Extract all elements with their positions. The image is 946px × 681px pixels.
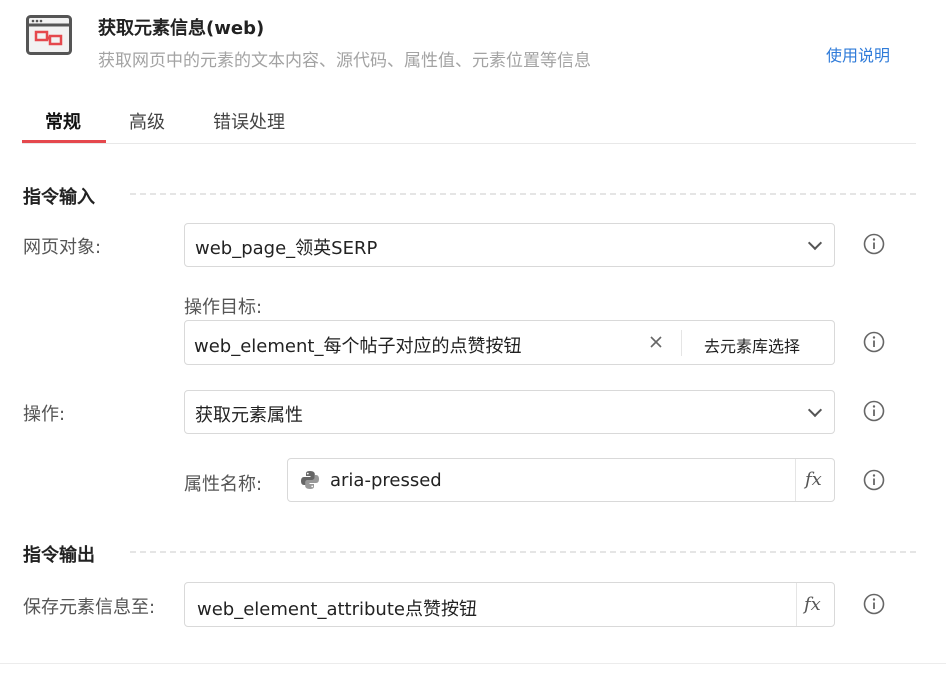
operation-select[interactable]: 获取元素属性: [184, 390, 835, 434]
save-to-value: web_element_attribute点赞按钮: [197, 599, 477, 620]
tabs-divider: [22, 143, 916, 144]
active-tab-indicator: [22, 140, 106, 143]
operation-label: 操作:: [23, 404, 66, 425]
info-circle-icon[interactable]: [863, 400, 885, 422]
save-to-label: 保存元素信息至:: [23, 597, 156, 618]
attribute-label: 属性名称:: [184, 474, 263, 495]
target-field[interactable]: web_element_每个帖子对应的点赞按钮 去元素库选择: [184, 320, 835, 365]
python-icon: [299, 469, 321, 495]
page-subtitle: 获取网页中的元素的文本内容、源代码、属性值、元素位置等信息: [98, 51, 591, 71]
operation-value: 获取元素属性: [195, 405, 303, 426]
section-title-input: 指令输入: [23, 187, 95, 208]
fx-icon[interactable]: fx: [805, 469, 822, 490]
fx-icon[interactable]: fx: [804, 594, 821, 615]
help-link[interactable]: 使用说明: [826, 42, 890, 66]
web-page-value: web_page_领英SERP: [195, 238, 378, 259]
info-circle-icon[interactable]: [863, 469, 885, 491]
chevron-down-icon: [807, 235, 823, 251]
web-page-select[interactable]: web_page_领英SERP: [184, 223, 835, 267]
close-icon[interactable]: [648, 334, 664, 354]
target-value: web_element_每个帖子对应的点赞按钮: [194, 336, 522, 357]
web-page-label: 网页对象:: [23, 237, 102, 258]
info-circle-icon[interactable]: [863, 331, 885, 353]
browser-element-icon: [26, 15, 72, 55]
section-title-output: 指令输出: [23, 545, 95, 566]
section-divider: [130, 551, 916, 553]
chevron-down-icon: [807, 402, 823, 418]
section-divider: [130, 193, 916, 195]
target-label: 操作目标:: [184, 297, 263, 318]
info-circle-icon[interactable]: [863, 593, 885, 615]
page-title: 获取元素信息(web): [98, 18, 265, 39]
info-circle-icon[interactable]: [863, 233, 885, 255]
select-from-library-button[interactable]: 去元素库选择: [704, 333, 800, 357]
tab-general[interactable]: 常规: [45, 108, 81, 134]
save-to-input[interactable]: web_element_attribute点赞按钮 fx: [184, 582, 835, 627]
bottom-divider: [0, 663, 946, 664]
field-separator: [681, 330, 682, 356]
field-separator: [796, 583, 797, 626]
attribute-value: aria-pressed: [330, 470, 442, 491]
attribute-input[interactable]: aria-pressed fx: [287, 458, 835, 502]
tab-advanced[interactable]: 高级: [129, 108, 165, 134]
field-separator: [795, 459, 796, 501]
tab-error-handling[interactable]: 错误处理: [213, 108, 285, 134]
